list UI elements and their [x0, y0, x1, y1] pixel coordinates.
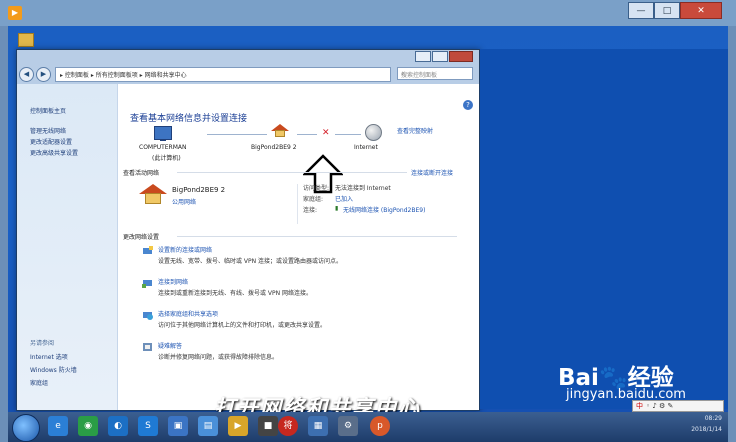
help-icon[interactable]: ?	[463, 100, 473, 110]
connections-label: 连接:	[303, 207, 318, 214]
sidebar-control-panel-home[interactable]: 控制面板主页	[30, 106, 66, 115]
app-icon[interactable]: ◐	[108, 416, 128, 436]
view-full-map-link[interactable]: 查看完整映射	[397, 126, 433, 135]
player-app-icon[interactable]: ▶	[8, 6, 22, 20]
connect-disconnect-link[interactable]: 连接或断开连接	[411, 168, 453, 177]
outer-close-button[interactable]: ✕	[680, 2, 722, 19]
homegroup-value-link[interactable]: 已加入	[335, 194, 353, 203]
task-connect-network-desc: 连接到或重新连接到无线、有线、拨号或 VPN 网络连接。	[158, 290, 313, 297]
taskbar: e ◉ ◐ S ▣ ▤ ▶ ■ 将 ▦ ⚙ p 08:29 2018/1/14	[8, 412, 728, 442]
outer-caption-buttons: — □ ✕	[628, 2, 722, 19]
section-divider	[177, 236, 457, 237]
network-center-taskbar-icon[interactable]: ▦	[308, 416, 328, 436]
network-type-link[interactable]: 公用网络	[172, 197, 196, 206]
map-computer-subtitle: (此计算机)	[152, 155, 181, 162]
map-link-line	[207, 134, 267, 135]
app3-icon[interactable]: 将	[278, 416, 298, 436]
task-homegroup-sharing-desc: 访问位于其他网络计算机上的文件和打印机，或更改共享设置。	[158, 322, 327, 329]
baidu-url: jingyan.baidu.com	[566, 387, 686, 402]
ie-icon[interactable]: e	[48, 416, 68, 436]
wireless-signal-icon: ▮	[335, 205, 339, 212]
sidebar-item-homegroup[interactable]: 家庭组	[30, 378, 48, 387]
map-link-line	[297, 134, 317, 135]
ime-badge[interactable]: 中	[636, 401, 643, 411]
address-toolbar: ◀ ▶ ▸ 控制面板 ▸ 所有控制面板项 ▸ 网络和共享中心 搜索控制面板 ⌕	[17, 64, 479, 84]
active-network-house-icon	[139, 184, 167, 204]
desktop: ◀ ▶ ▸ 控制面板 ▸ 所有控制面板项 ▸ 网络和共享中心 搜索控制面板 ⌕ …	[8, 26, 728, 412]
settings-icon[interactable]: ⚙	[338, 416, 358, 436]
sidebar-item-manage-wireless[interactable]: 管理无线网络	[30, 126, 66, 135]
sidebar: 控制面板主页 管理无线网络 更改适配器设置 更改高级共享设置 另请参阅 Inte…	[17, 84, 118, 410]
vertical-divider	[297, 184, 298, 224]
maximize-button[interactable]	[432, 51, 448, 62]
address-bar[interactable]: ▸ 控制面板 ▸ 所有控制面板项 ▸ 网络和共享中心	[55, 67, 391, 82]
map-link-line	[335, 134, 361, 135]
desktop-folder-icon[interactable]	[18, 33, 34, 47]
map-network-name: BigPond2BE9 2	[251, 144, 297, 151]
network-house-icon	[271, 124, 289, 137]
chrome-icon[interactable]: ◉	[78, 416, 98, 436]
network-sharing-center-window: ◀ ▶ ▸ 控制面板 ▸ 所有控制面板项 ▸ 网络和共享中心 搜索控制面板 ⌕ …	[16, 49, 480, 411]
sidebar-see-also-title: 另请参阅	[30, 340, 55, 347]
search-input[interactable]: 搜索控制面板 ⌕	[397, 67, 473, 80]
minimize-button[interactable]	[415, 51, 431, 62]
outer-titlebar: ▶ — □ ✕	[0, 0, 736, 26]
wireless-connection-link[interactable]: 无线网络连接 (BigPond2BE9)	[343, 205, 425, 214]
close-button[interactable]	[449, 51, 473, 62]
desktop-background-area	[480, 49, 728, 409]
outer-maximize-button[interactable]: □	[654, 2, 680, 19]
folder-icon[interactable]: ▣	[168, 416, 188, 436]
back-button[interactable]: ◀	[19, 66, 34, 82]
tray-date[interactable]: 2018/1/14	[691, 426, 722, 433]
change-settings-title: 更改网络设置	[123, 234, 160, 241]
section-divider	[177, 172, 407, 173]
sidebar-item-internet-options[interactable]: Internet 选项	[30, 352, 68, 361]
map-internet-label: Internet	[354, 144, 378, 151]
homegroup-sharing-icon	[143, 312, 153, 320]
connection-error-cross-icon[interactable]: ✕	[322, 128, 330, 138]
sidebar-item-advanced-sharing[interactable]: 更改高级共享设置	[30, 148, 78, 157]
ime-tools-icon[interactable]: ◦ ♪ ⚙ ✎	[646, 402, 673, 410]
internet-globe-icon	[365, 124, 382, 141]
new-connection-icon	[143, 246, 153, 254]
explorer-icon[interactable]: ▤	[198, 416, 218, 436]
homegroup-label: 家庭组:	[303, 196, 324, 203]
tray-time[interactable]: 08:29	[705, 415, 722, 422]
page-title: 查看基本网络信息并设置连接	[130, 114, 248, 124]
forward-button[interactable]: ▶	[36, 66, 51, 82]
sogou-icon[interactable]: S	[138, 416, 158, 436]
window-caption-buttons	[414, 51, 473, 62]
sidebar-item-windows-firewall[interactable]: Windows 防火墙	[30, 365, 77, 374]
task-setup-connection-link[interactable]: 设置新的连接或网络	[158, 245, 212, 254]
connect-network-icon	[142, 280, 152, 288]
computer-icon	[154, 126, 172, 141]
map-computer-name: COMPUTERMAN	[139, 144, 187, 151]
media-icon[interactable]: ▶	[228, 416, 248, 436]
access-type-value: 无法连接到 Internet	[335, 185, 391, 192]
task-connect-network-link[interactable]: 连接到网络	[158, 277, 188, 286]
sidebar-item-adapter-settings[interactable]: 更改适配器设置	[30, 137, 72, 146]
search-icon[interactable]: ⌕	[401, 70, 469, 78]
access-type-label: 访问类型:	[303, 185, 330, 192]
address-path: ▸ 控制面板 ▸ 所有控制面板项 ▸ 网络和共享中心	[60, 72, 187, 79]
task-troubleshoot-link[interactable]: 疑难解答	[158, 341, 182, 350]
task-homegroup-sharing-link[interactable]: 选择家庭组和共享选项	[158, 309, 218, 318]
task-setup-connection-desc: 设置无线、宽带、拨号、临时或 VPN 连接；或设置路由器或访问点。	[158, 258, 343, 265]
start-button[interactable]	[12, 414, 40, 442]
active-network-name: BigPond2BE9 2	[172, 186, 226, 194]
troubleshoot-icon	[143, 343, 152, 351]
active-networks-title: 查看活动网络	[123, 170, 160, 177]
app2-icon[interactable]: ■	[258, 416, 278, 436]
task-troubleshoot-desc: 诊断并修复网络问题，或获得故障排除信息。	[158, 354, 279, 361]
outer-minimize-button[interactable]: —	[628, 2, 654, 19]
window-body: 控制面板主页 管理无线网络 更改适配器设置 更改高级共享设置 另请参阅 Inte…	[17, 84, 479, 410]
main-content: ? 查看基本网络信息并设置连接 查看完整映射 COMPUTERMAN (此计算机…	[117, 84, 479, 410]
app4-icon[interactable]: p	[370, 416, 390, 436]
outer-window: ▶ — □ ✕ ◀ ▶ ▸ 控制面板 ▸ 所有控制面板项 ▸ 网络和共享中心 搜…	[0, 0, 736, 442]
system-tray: 08:29 2018/1/14	[612, 414, 728, 440]
